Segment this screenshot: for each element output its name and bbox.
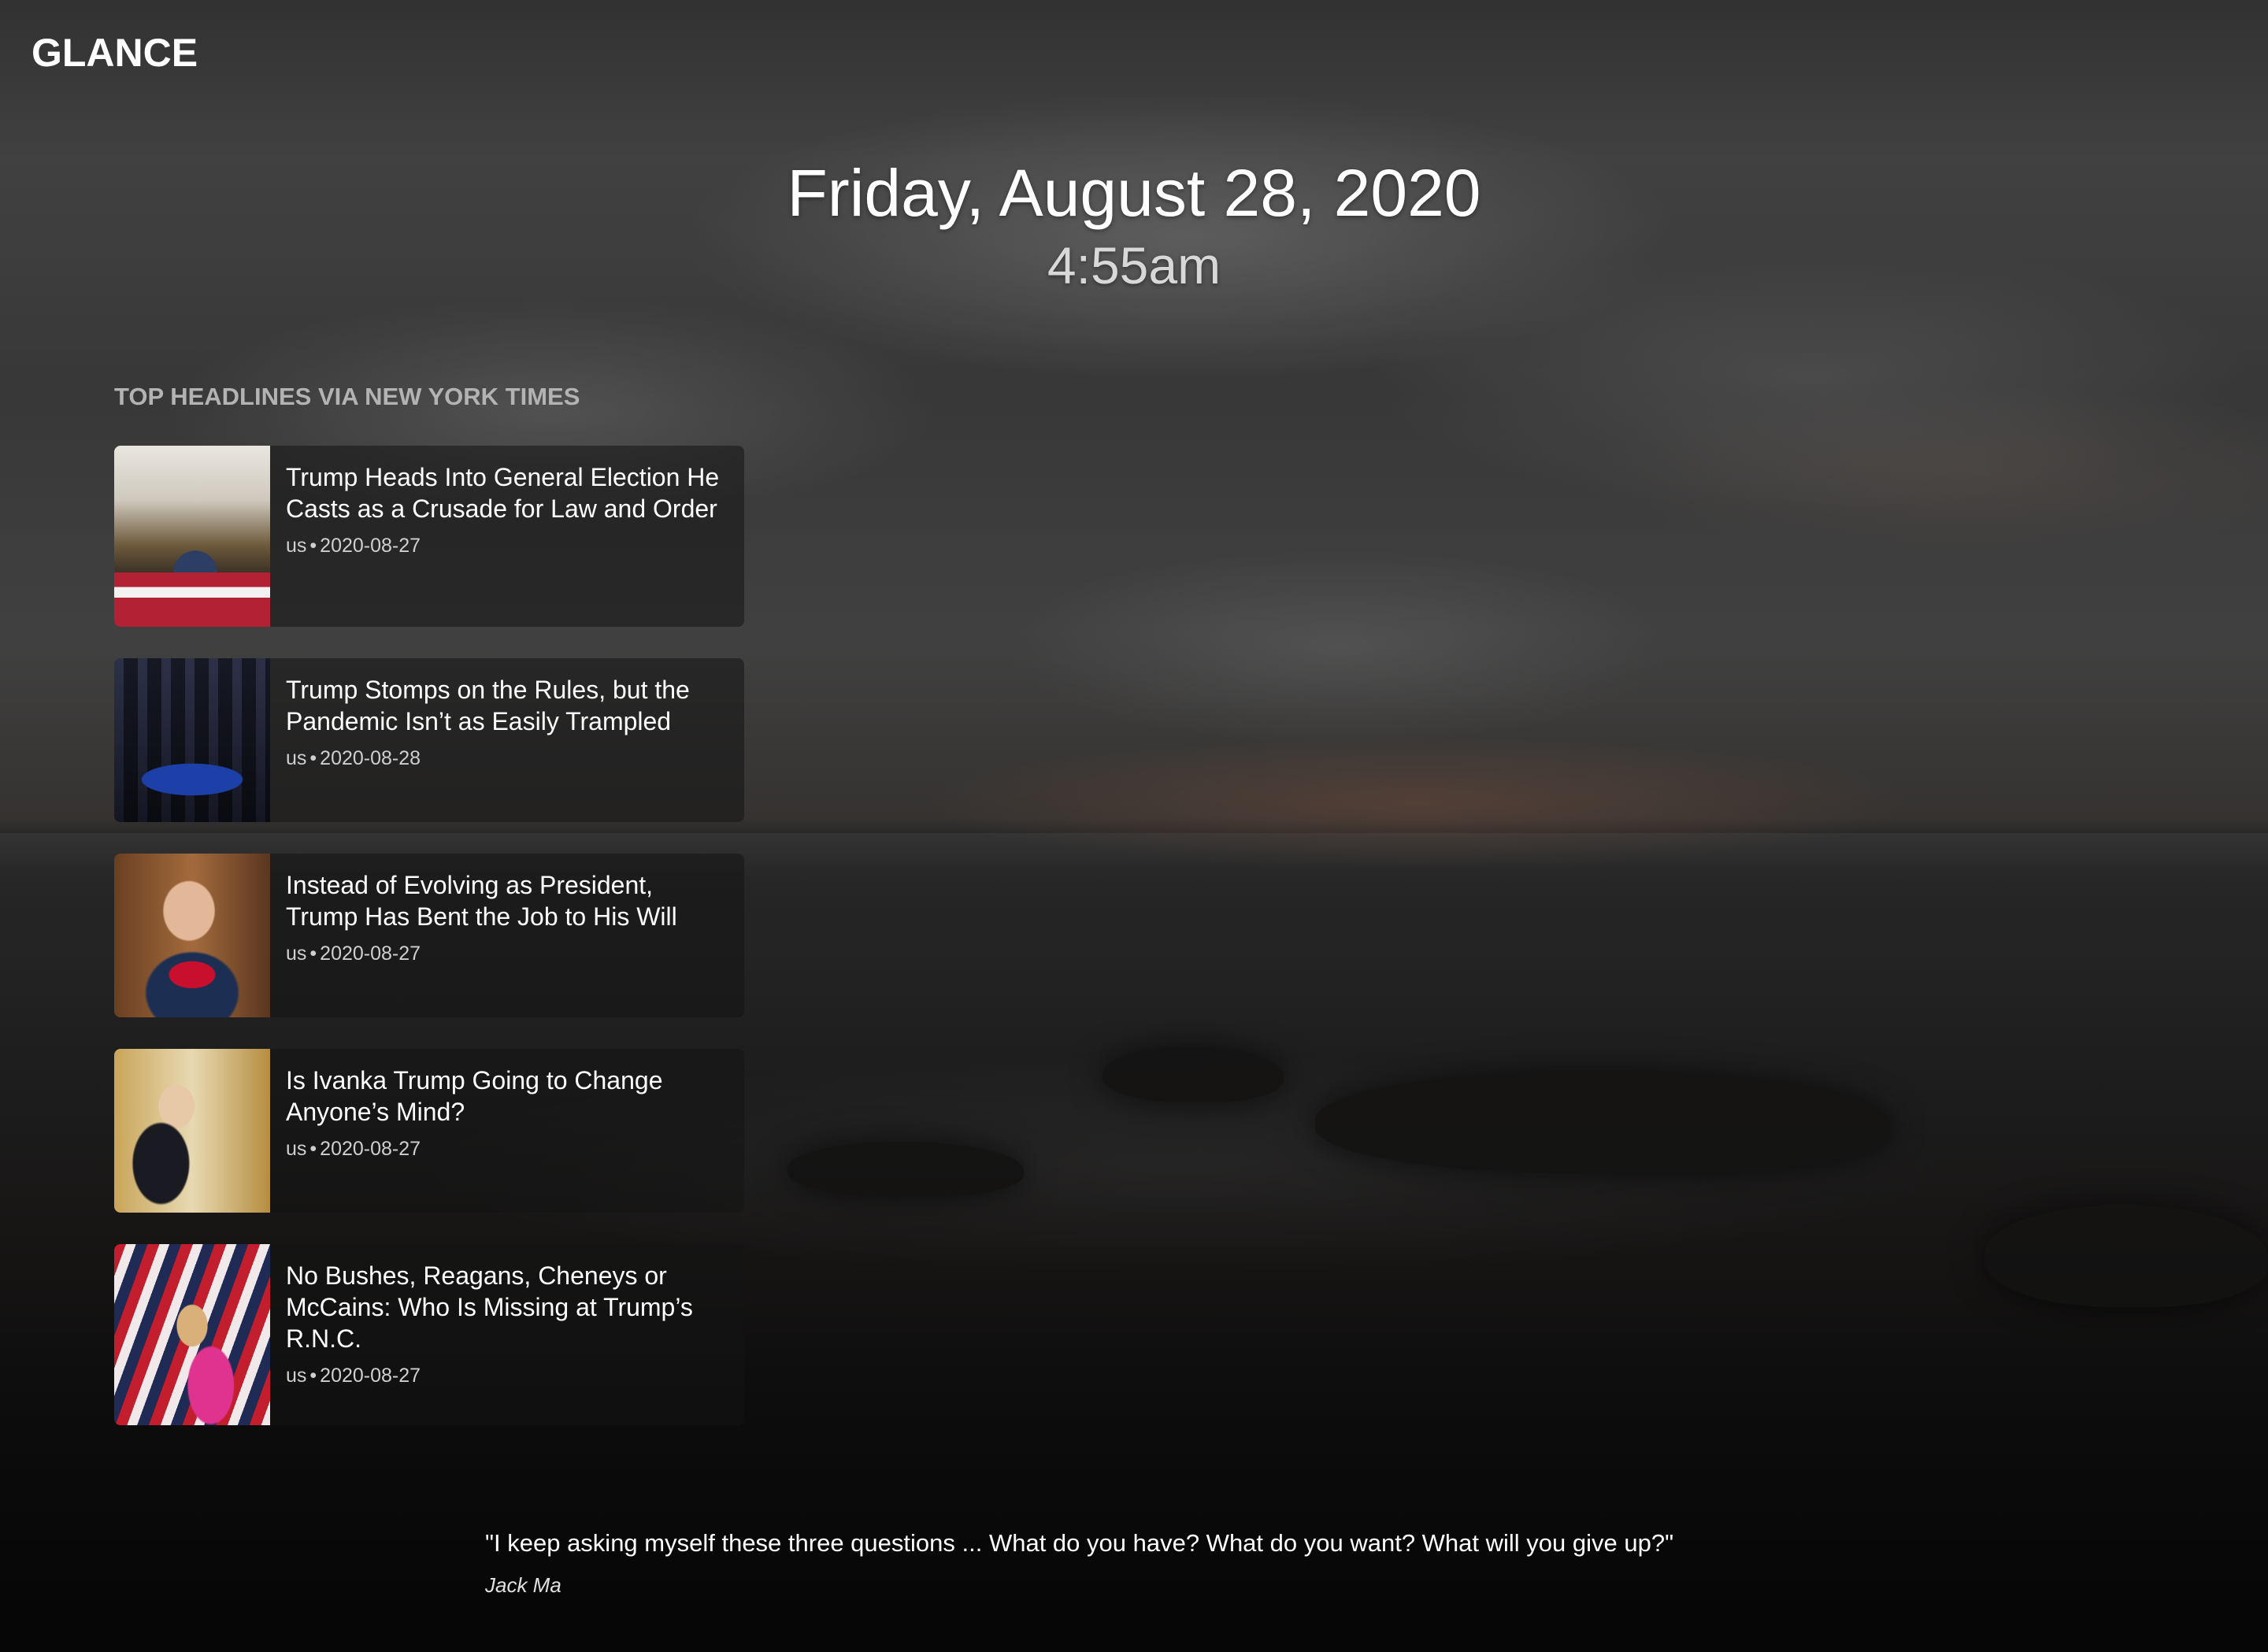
headline-title[interactable]: Is Ivanka Trump Going to Change Anyone’s… — [286, 1065, 728, 1128]
headlines-list: Trump Heads Into General Election He Cas… — [114, 446, 744, 1457]
headline-body: Instead of Evolving as President, Trump … — [270, 854, 744, 1017]
headline-body: Trump Heads Into General Election He Cas… — [270, 446, 744, 627]
headline-body: Trump Stomps on the Rules, but the Pande… — [270, 658, 744, 822]
headline-thumbnail — [114, 854, 270, 1017]
headline-date: 2020-08-27 — [320, 943, 421, 965]
meta-separator: • — [309, 1138, 317, 1160]
meta-separator: • — [309, 747, 317, 769]
headline-section: us — [286, 943, 307, 965]
headline-card[interactable]: Instead of Evolving as President, Trump … — [114, 854, 744, 1017]
headline-body: Is Ivanka Trump Going to Change Anyone’s… — [270, 1049, 744, 1213]
meta-separator: • — [309, 1365, 317, 1387]
quote-author: Jack Ma — [485, 1573, 561, 1597]
headline-card[interactable]: Trump Heads Into General Election He Cas… — [114, 446, 744, 627]
headline-meta: us • 2020-08-27 — [286, 534, 728, 557]
headline-section: us — [286, 535, 307, 557]
headline-section: us — [286, 1138, 307, 1160]
headline-date: 2020-08-27 — [320, 1365, 421, 1387]
headline-thumbnail — [114, 658, 270, 822]
headline-card[interactable]: No Bushes, Reagans, Cheneys or McCains: … — [114, 1244, 744, 1425]
headline-section: us — [286, 747, 307, 769]
headline-card[interactable]: Is Ivanka Trump Going to Change Anyone’s… — [114, 1049, 744, 1213]
quote-text: "I keep asking myself these three questi… — [485, 1529, 1674, 1557]
meta-separator: • — [309, 943, 317, 965]
current-date: Friday, August 28, 2020 — [787, 156, 1481, 230]
headline-thumbnail — [114, 446, 270, 627]
headline-meta: us • 2020-08-28 — [286, 746, 728, 770]
headlines-section-title: TOP HEADLINES VIA NEW YORK TIMES — [114, 383, 580, 410]
glance-dashboard: GLANCE Friday, August 28, 2020 4:55am TO… — [0, 0, 2268, 1652]
headline-title[interactable]: No Bushes, Reagans, Cheneys or McCains: … — [286, 1260, 728, 1354]
quote-of-the-day: "I keep asking myself these three questi… — [485, 1528, 2060, 1598]
headline-date: 2020-08-27 — [320, 535, 421, 557]
headline-date: 2020-08-28 — [320, 747, 421, 769]
headline-section: us — [286, 1365, 307, 1387]
headline-title[interactable]: Instead of Evolving as President, Trump … — [286, 869, 728, 932]
clock: Friday, August 28, 2020 4:55am — [0, 154, 2268, 298]
headline-meta: us • 2020-08-27 — [286, 1364, 728, 1387]
headline-date: 2020-08-27 — [320, 1138, 421, 1160]
headline-thumbnail — [114, 1244, 270, 1425]
current-time: 4:55am — [1047, 236, 1221, 294]
headline-card[interactable]: Trump Stomps on the Rules, but the Pande… — [114, 658, 744, 822]
headline-thumbnail — [114, 1049, 270, 1213]
meta-separator: • — [309, 535, 317, 557]
headline-meta: us • 2020-08-27 — [286, 1137, 728, 1161]
headline-title[interactable]: Trump Stomps on the Rules, but the Pande… — [286, 674, 728, 737]
app-logo[interactable]: GLANCE — [32, 30, 198, 76]
headline-body: No Bushes, Reagans, Cheneys or McCains: … — [270, 1244, 744, 1425]
headline-meta: us • 2020-08-27 — [286, 942, 728, 965]
headline-title[interactable]: Trump Heads Into General Election He Cas… — [286, 461, 728, 524]
